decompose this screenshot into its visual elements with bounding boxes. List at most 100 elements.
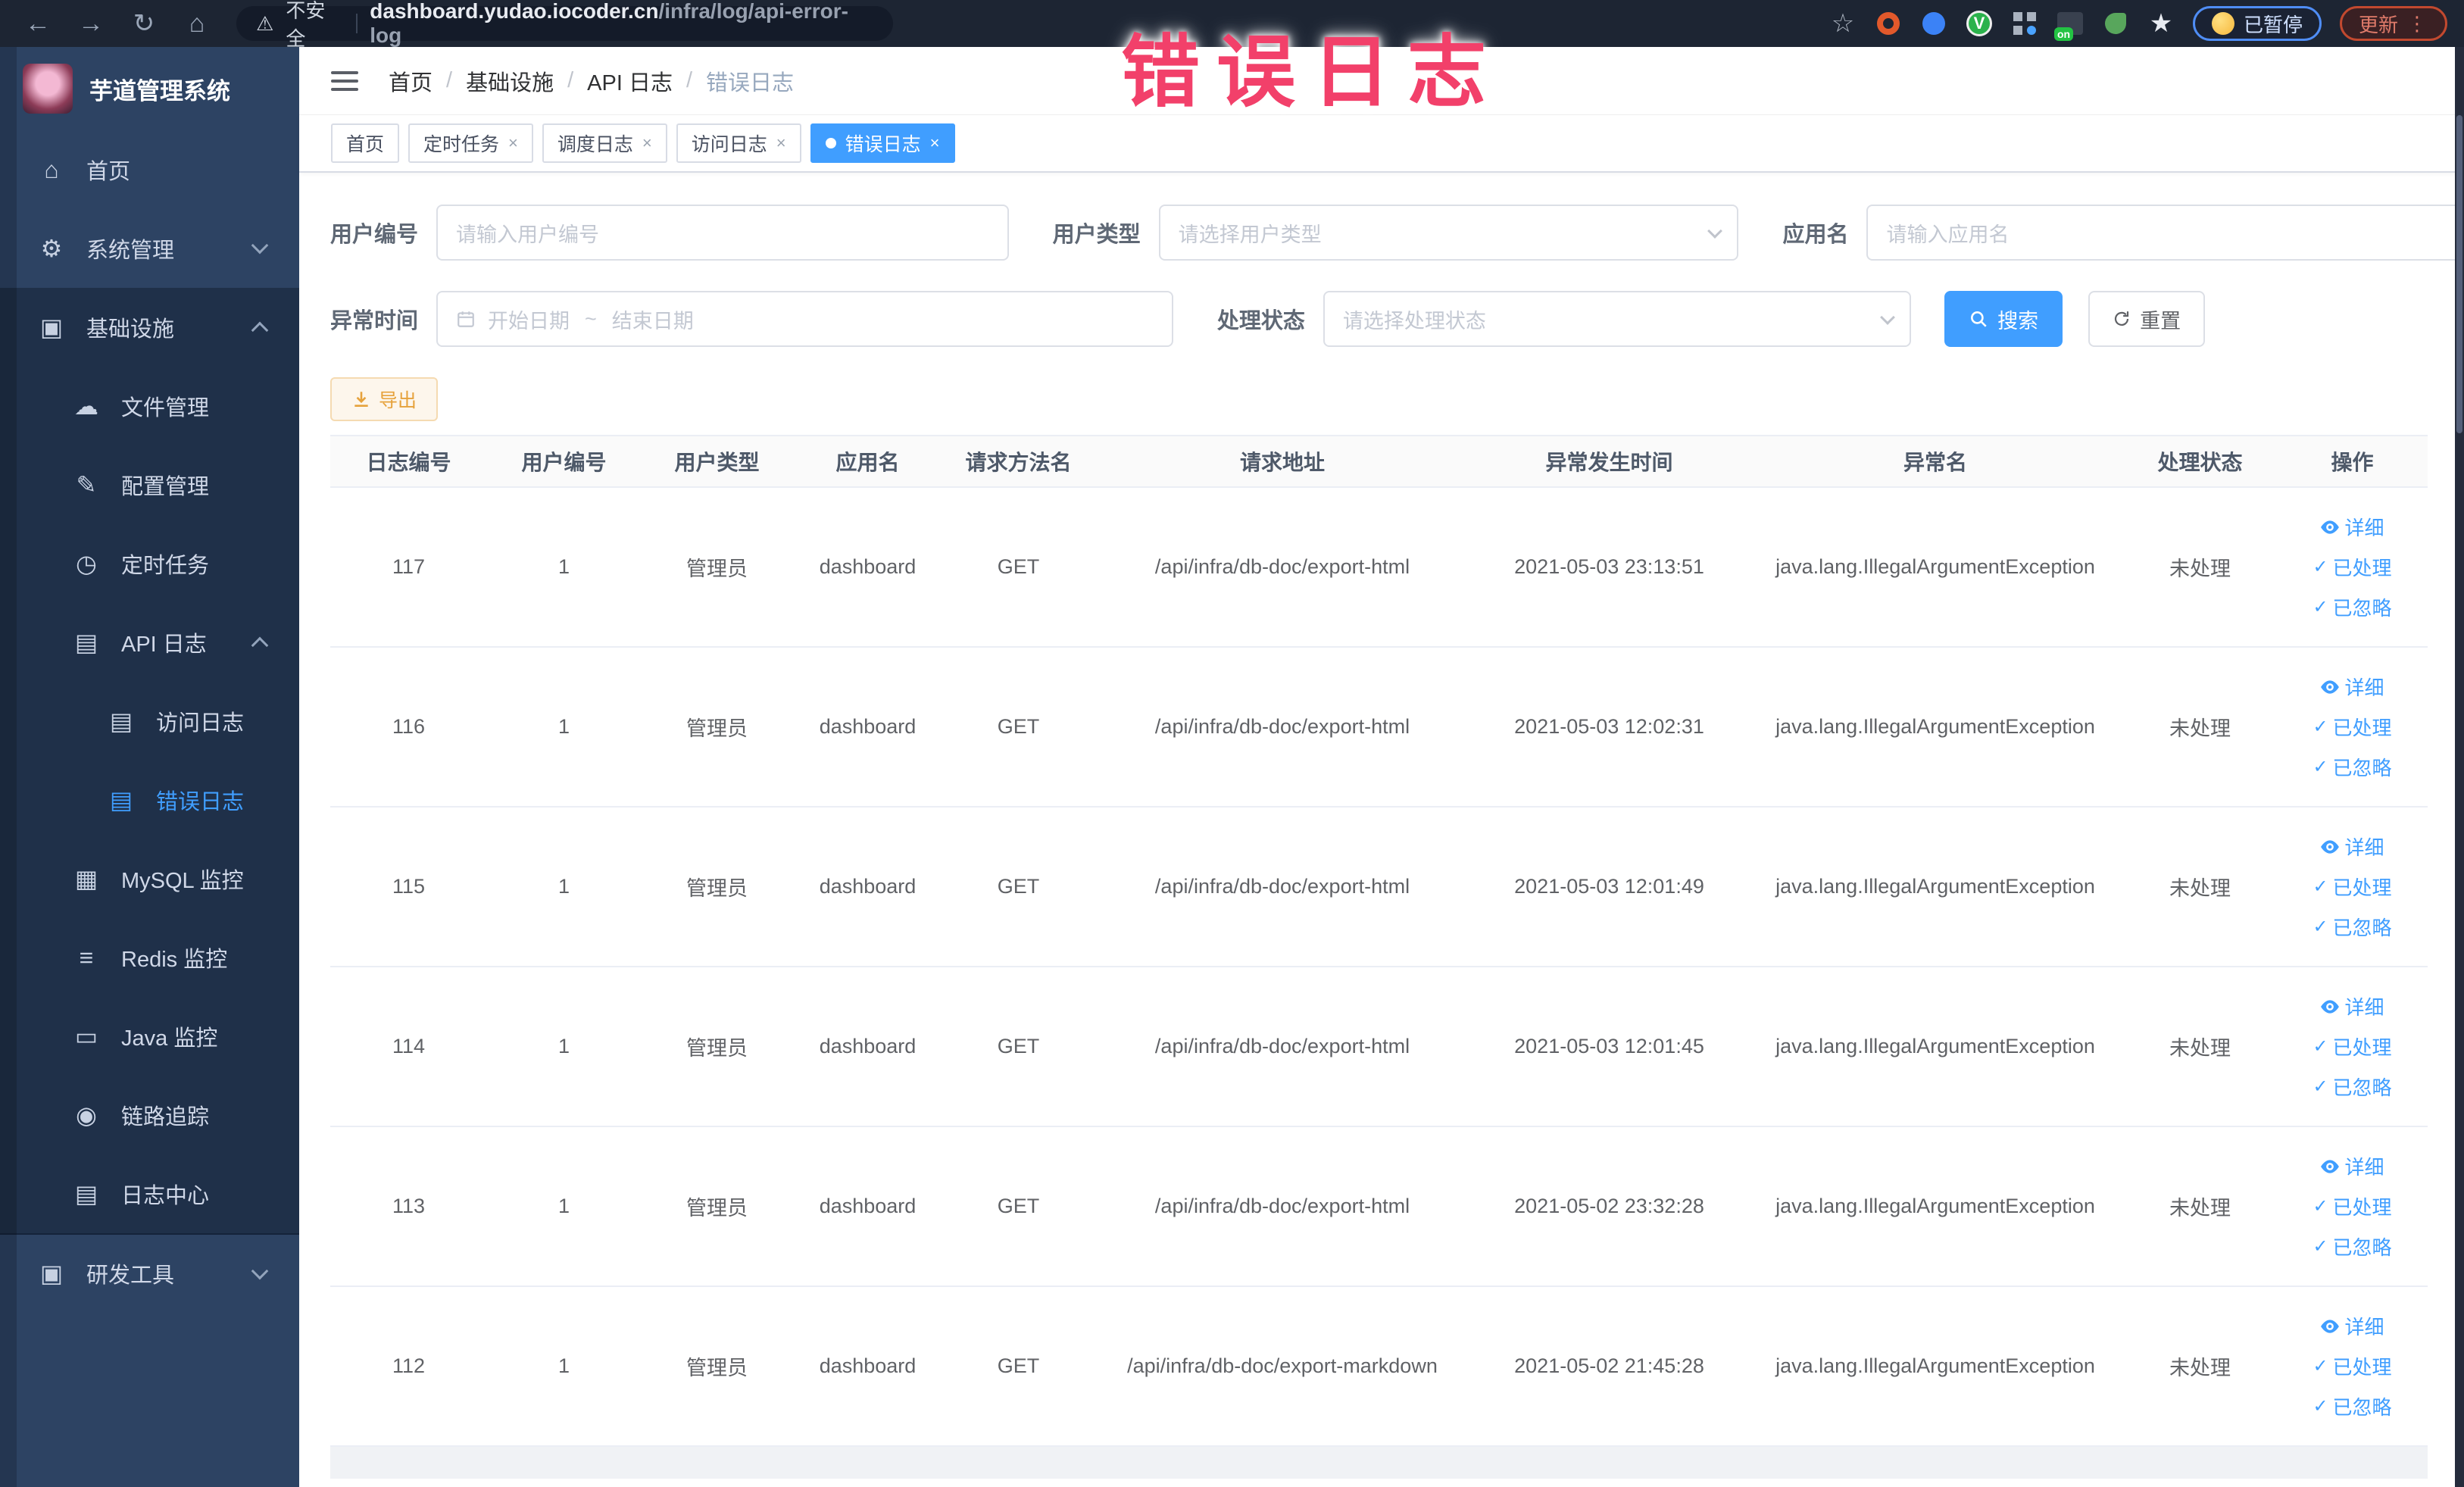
extension-leaf-icon[interactable] — [2102, 10, 2129, 37]
action-detail-link[interactable]: 详细 — [2320, 513, 2384, 541]
table-cell: 管理员 — [686, 1357, 748, 1379]
sidebar-item-access-log[interactable]: ▤ 访问日志 — [0, 682, 299, 761]
java-monitor-icon: ▭ — [74, 1023, 98, 1050]
breadcrumb-current: 错误日志 — [706, 70, 795, 95]
action-detail-link[interactable]: 详细 — [2320, 992, 2384, 1020]
filter-label: 用户编号 — [330, 223, 419, 247]
time-daterange[interactable]: 开始日期 ~ 结束日期 — [436, 291, 1173, 347]
breadcrumb-link[interactable]: API 日志 — [587, 65, 673, 97]
extension-green-v-icon[interactable]: V — [1966, 10, 1993, 37]
action-processed-link[interactable]: ✓ 已处理 — [2313, 713, 2391, 741]
collapse-sidebar-icon[interactable] — [331, 70, 358, 91]
tab-访问日志[interactable]: 访问日志 × — [676, 123, 801, 163]
user-type-select[interactable]: 请选择用户类型 — [1158, 205, 1739, 261]
extension-on-badge-icon[interactable]: on — [2053, 10, 2084, 41]
back-icon[interactable]: ← — [17, 9, 59, 39]
table-cell: 2021-05-03 12:02:31 — [1514, 715, 1704, 738]
placeholder-text: 请选择处理状态 — [1342, 309, 1486, 333]
close-tab-icon[interactable]: × — [508, 133, 518, 153]
breadcrumb: 首页 / 基础设施 / API 日志 / 错误日志 — [389, 65, 794, 97]
sidebar-item-job[interactable]: ◷ 定时任务 — [0, 524, 299, 603]
reload-icon[interactable]: ↻ — [123, 8, 165, 39]
breadcrumb-link[interactable]: 首页 — [389, 65, 433, 97]
security-label[interactable]: 不安全 — [286, 0, 344, 52]
close-tab-icon[interactable]: × — [776, 133, 786, 153]
forward-icon[interactable]: → — [70, 9, 112, 39]
action-ignored-link[interactable]: ✓ 已忽略 — [2313, 593, 2391, 621]
home-icon[interactable]: ⌂ — [176, 9, 218, 39]
bookmark-star-icon[interactable]: ☆ — [1829, 9, 1857, 38]
sidebar-item-home[interactable]: ⌂ 首页 — [0, 130, 299, 209]
extensions-grid-icon[interactable] — [2011, 10, 2038, 37]
tab-首页[interactable]: 首页 — [331, 123, 400, 163]
sidebar-item-devtools[interactable]: ▣ 研发工具 — [0, 1233, 299, 1312]
action-ignored-link[interactable]: ✓ 已忽略 — [2313, 753, 2391, 781]
table-cell: GET — [997, 555, 1040, 578]
status-select[interactable]: 请选择处理状态 — [1323, 291, 1912, 347]
action-label: 已忽略 — [2332, 1396, 2392, 1419]
breadcrumb-separator: / — [446, 68, 453, 92]
action-ignored-link[interactable]: ✓ 已忽略 — [2313, 913, 2391, 941]
user-id-input[interactable]: 请输入用户编号 — [436, 205, 1009, 261]
action-processed-link[interactable]: ✓ 已处理 — [2313, 1192, 2391, 1220]
action-processed-link[interactable]: ✓ 已处理 — [2313, 1032, 2391, 1061]
close-tab-icon[interactable]: × — [642, 133, 652, 153]
extension-pin-icon[interactable]: ★ — [2147, 9, 2175, 38]
scrollbar-thumb[interactable] — [2456, 115, 2462, 433]
action-processed-link[interactable]: ✓ 已处理 — [2313, 873, 2391, 901]
action-processed-link[interactable]: ✓ 已处理 — [2313, 1352, 2391, 1380]
sidebar-item-config[interactable]: ✎ 配置管理 — [0, 445, 299, 524]
sidebar-item-label: 访问日志 — [156, 711, 245, 736]
sidebar-scrollbar[interactable] — [0, 47, 17, 1487]
close-tab-icon[interactable]: × — [930, 133, 940, 153]
extension-orange-icon[interactable] — [1875, 10, 1902, 37]
url-domain: dashboard.yudao.iocoder.cn — [370, 0, 659, 23]
filter-label: 处理状态 — [1216, 309, 1305, 333]
filter-status: 处理状态 请选择处理状态 — [1216, 291, 1912, 347]
action-ignored-link[interactable]: ✓ 已忽略 — [2313, 1232, 2391, 1261]
sidebar-header[interactable]: 芋道管理系统 — [0, 47, 299, 130]
sidebar-item-mysql[interactable]: ▦ MySQL 监控 — [0, 839, 299, 918]
tab-调度日志[interactable]: 调度日志 × — [542, 123, 667, 163]
table-cell: /api/infra/db-doc/export-html — [1154, 1195, 1410, 1217]
address-bar[interactable]: ⚠ 不安全 dashboard.yudao.iocoder.cn/infra/l… — [236, 0, 893, 50]
row-actions: 详细 ✓ 已处理 ✓ 已忽略 — [2278, 992, 2427, 1101]
sidebar-item-label: 定时任务 — [121, 554, 210, 578]
window-scrollbar[interactable] — [2455, 47, 2464, 1487]
action-detail-link[interactable]: 详细 — [2320, 673, 2384, 701]
table-cell: 2021-05-02 21:45:28 — [1514, 1354, 1704, 1377]
chevron-up-icon — [251, 636, 269, 654]
tab-定时任务[interactable]: 定时任务 × — [408, 123, 533, 163]
update-badge[interactable]: 更新 ⋮ — [2339, 6, 2447, 41]
app-name-input[interactable]: 请输入应用名 — [1866, 205, 2464, 261]
action-detail-link[interactable]: 详细 — [2320, 833, 2384, 861]
action-ignored-link[interactable]: ✓ 已忽略 — [2313, 1073, 2391, 1101]
sidebar-item-infra[interactable]: ▣ 基础设施 — [0, 288, 299, 367]
sidebar-item-trace[interactable]: ◉ 链路追踪 — [0, 1076, 299, 1154]
action-ignored-link[interactable]: ✓ 已忽略 — [2313, 1392, 2391, 1420]
sidebar-item-file[interactable]: ☁ 文件管理 — [0, 367, 299, 445]
sidebar-item-system[interactable]: ⚙ 系统管理 — [0, 209, 299, 288]
export-button[interactable]: 导出 — [330, 377, 439, 421]
breadcrumb-link[interactable]: 基础设施 — [466, 65, 554, 97]
sidebar-item-log-center[interactable]: ▤ 日志中心 — [0, 1154, 299, 1233]
table-cell: 115 — [392, 875, 426, 898]
kebab-menu-icon[interactable]: ⋮ — [2407, 12, 2428, 36]
column-header: 日志编号 — [366, 451, 451, 474]
action-detail-link[interactable]: 详细 — [2320, 1152, 2384, 1180]
reset-button[interactable]: 重置 — [2088, 291, 2206, 347]
table-cell: 未处理 — [2169, 877, 2231, 900]
sidebar-item-redis[interactable]: ≡ Redis 监控 — [0, 918, 299, 997]
sidebar: 芋道管理系统 ⌂ 首页 ⚙ 系统管理 ▣ 基础设施 ☁ 文件管理 ✎ 配置管理 ◷ 定时任务 ▤ API … — [0, 47, 299, 1487]
paused-badge[interactable]: 已暂停 — [2192, 6, 2322, 41]
action-processed-link[interactable]: ✓ 已处理 — [2313, 553, 2391, 581]
extension-blue-icon[interactable] — [1920, 10, 1947, 37]
sidebar-item-label: API 日志 — [121, 633, 207, 657]
tab-错误日志[interactable]: 错误日志 × — [810, 123, 955, 163]
sidebar-item-api-log[interactable]: ▤ API 日志 — [0, 603, 299, 682]
sidebar-item-java[interactable]: ▭ Java 监控 — [0, 997, 299, 1076]
check-icon: ✓ — [2313, 757, 2328, 777]
action-detail-link[interactable]: 详细 — [2320, 1312, 2384, 1340]
search-button[interactable]: 搜索 — [1944, 291, 2063, 347]
sidebar-item-error-log[interactable]: ▤ 错误日志 — [0, 761, 299, 839]
